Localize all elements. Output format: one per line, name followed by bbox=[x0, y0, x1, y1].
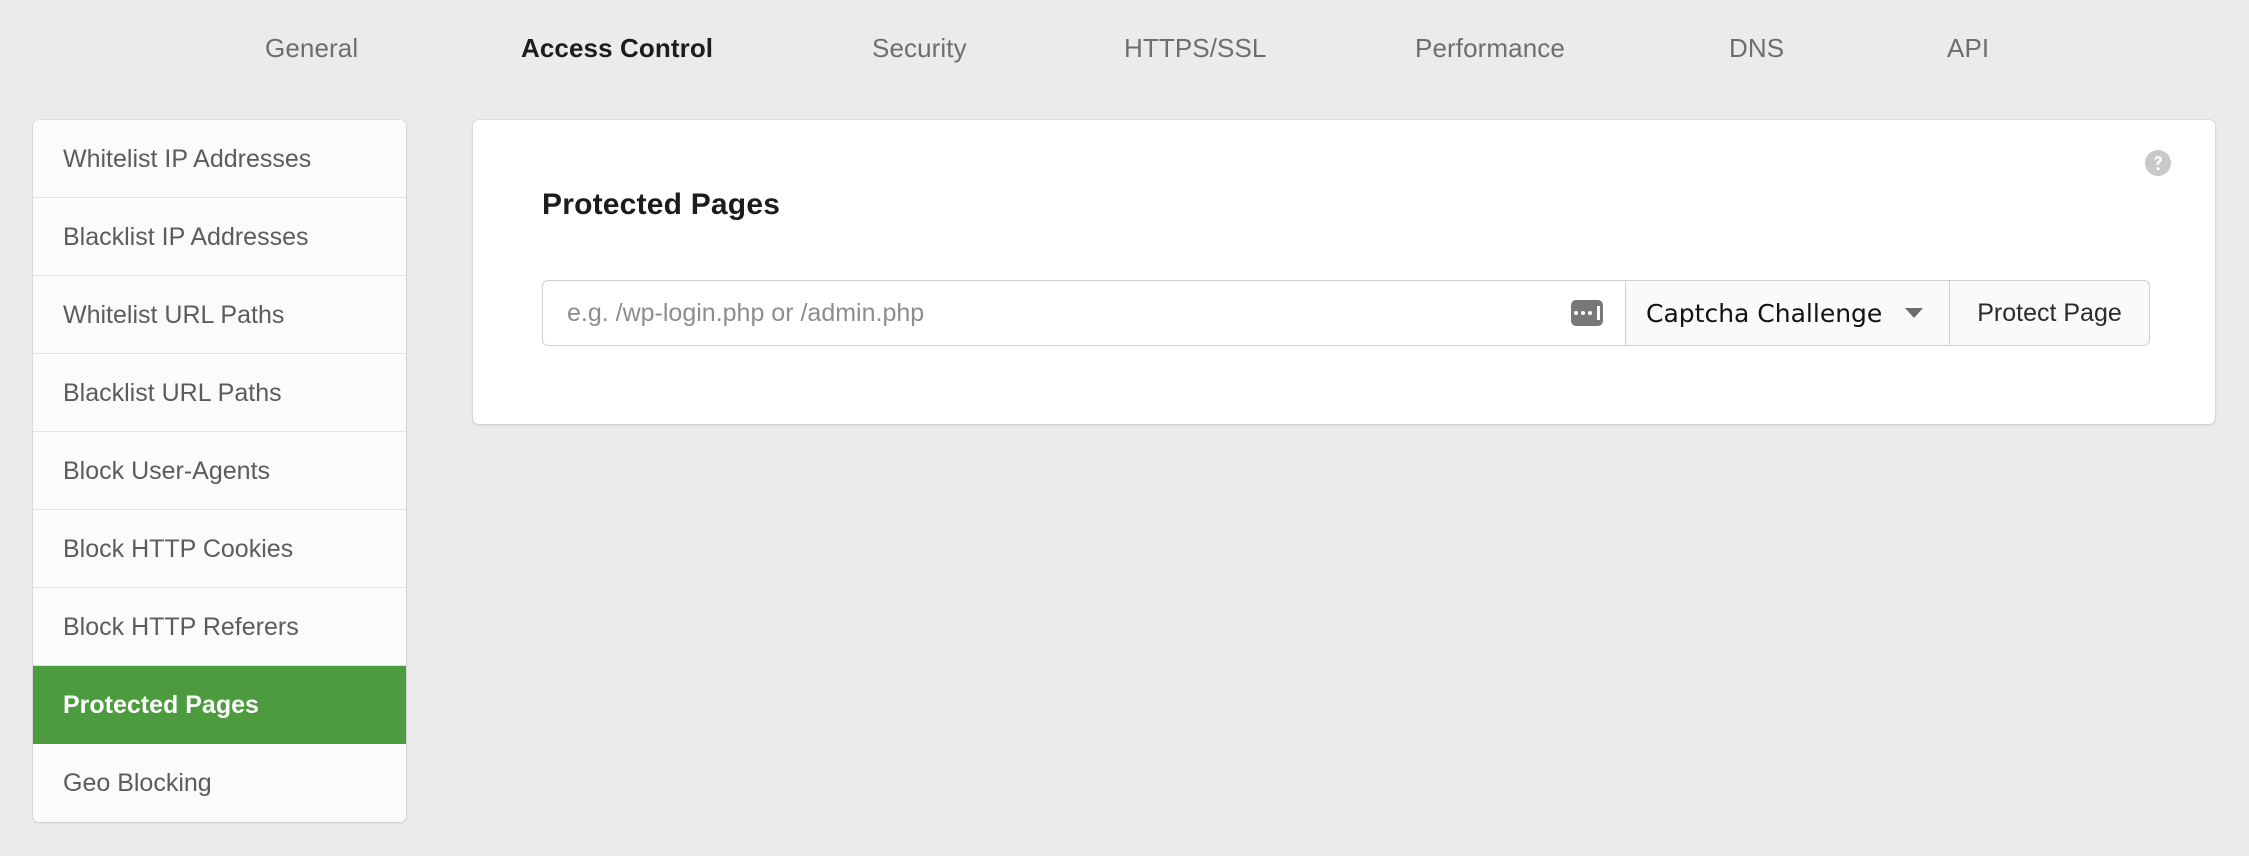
sidebar-item-block-http-referers[interactable]: Block HTTP Referers bbox=[33, 588, 406, 666]
help-circle-icon[interactable] bbox=[2143, 148, 2173, 178]
sidebar-item-label: Geo Blocking bbox=[63, 769, 212, 797]
sidebar-item-whitelist-url-paths[interactable]: Whitelist URL Paths bbox=[33, 276, 406, 354]
protect-page-button[interactable]: Protect Page bbox=[1950, 280, 2150, 346]
sidebar-item-label: Block User-Agents bbox=[63, 457, 271, 485]
sidebar-item-protected-pages[interactable]: Protected Pages bbox=[33, 666, 406, 744]
sidebar-item-label: Whitelist URL Paths bbox=[63, 301, 285, 329]
tab-security[interactable]: Security bbox=[872, 0, 967, 96]
tab-https-ssl[interactable]: HTTPS/SSL bbox=[1124, 0, 1267, 96]
sidebar-item-label: Protected Pages bbox=[63, 691, 259, 719]
url-path-input-wrapper bbox=[542, 280, 1625, 346]
settings-tab-bar: General Access Control Security HTTPS/SS… bbox=[0, 0, 2249, 96]
access-control-sidebar: Whitelist IP Addresses Blacklist IP Addr… bbox=[33, 120, 406, 822]
sidebar-item-whitelist-ip-addresses[interactable]: Whitelist IP Addresses bbox=[33, 120, 406, 198]
tab-access-control[interactable]: Access Control bbox=[521, 0, 713, 96]
sidebar-item-label: Block HTTP Referers bbox=[63, 613, 299, 641]
challenge-type-select[interactable]: Captcha Challenge bbox=[1625, 280, 1950, 346]
tab-performance[interactable]: Performance bbox=[1415, 0, 1565, 96]
sidebar-item-label: Blacklist IP Addresses bbox=[63, 223, 309, 251]
sidebar-item-blacklist-url-paths[interactable]: Blacklist URL Paths bbox=[33, 354, 406, 432]
sidebar-item-geo-blocking[interactable]: Geo Blocking bbox=[33, 744, 406, 822]
tab-general[interactable]: General bbox=[265, 0, 358, 96]
chevron-down-icon bbox=[1905, 308, 1923, 318]
challenge-type-value: Captcha Challenge bbox=[1646, 298, 1883, 328]
sidebar-item-label: Whitelist IP Addresses bbox=[63, 145, 312, 173]
sidebar-item-label: Blacklist URL Paths bbox=[63, 379, 282, 407]
page-title: Protected Pages bbox=[542, 188, 781, 221]
sidebar-item-block-user-agents[interactable]: Block User-Agents bbox=[33, 432, 406, 510]
sidebar-item-block-http-cookies[interactable]: Block HTTP Cookies bbox=[33, 510, 406, 588]
protected-pages-panel: Protected Pages bbox=[473, 120, 2215, 424]
tab-dns[interactable]: DNS bbox=[1729, 0, 1784, 96]
protect-page-form: Captcha Challenge Protect Page bbox=[542, 280, 2150, 346]
sidebar-item-blacklist-ip-addresses[interactable]: Blacklist IP Addresses bbox=[33, 198, 406, 276]
sidebar-item-label: Block HTTP Cookies bbox=[63, 535, 294, 563]
url-path-input[interactable] bbox=[542, 280, 1625, 346]
password-manager-icon[interactable] bbox=[1571, 300, 1603, 326]
tab-api[interactable]: API bbox=[1947, 0, 1989, 96]
